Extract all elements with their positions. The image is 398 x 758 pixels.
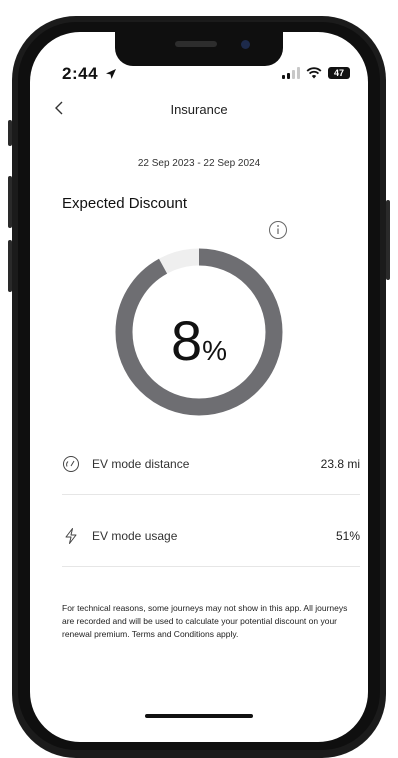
ev-usage-value: 51% — [335, 529, 360, 543]
info-icon[interactable] — [268, 220, 288, 240]
gauge-icon — [63, 456, 79, 472]
home-indicator[interactable] — [145, 714, 253, 718]
policy-period: 22 Sep 2023 - 22 Sep 2024 — [137, 158, 261, 169]
battery-icon: 47 — [328, 67, 350, 79]
page-title: Insurance — [170, 102, 228, 117]
notch — [115, 32, 283, 66]
ev-usage-label: EV mode usage — [92, 529, 178, 543]
power-button — [386, 200, 390, 280]
camera-icon — [241, 40, 250, 49]
location-arrow-icon — [106, 69, 117, 79]
status-indicators: 47 — [282, 67, 350, 79]
ev-distance-row: EV mode distance 23.8 mi — [62, 444, 360, 484]
volume-up-button — [8, 176, 12, 228]
discount-value: 8% — [109, 308, 289, 373]
volume-down-button — [8, 240, 12, 292]
app-screen: 2:44 47 Insurance 22 Sep 2023 - 22 Sep 2… — [30, 32, 368, 742]
speaker — [175, 41, 217, 47]
status-time: 2:44 — [62, 64, 117, 84]
ev-distance-value: 23.8 mi — [320, 457, 360, 471]
side-button — [8, 120, 12, 146]
cellular-signal-icon — [282, 67, 300, 79]
disclaimer-text: For technical reasons, some journeys may… — [62, 603, 348, 639]
ev-distance-label: EV mode distance — [92, 457, 190, 471]
discount-number: 8 — [170, 309, 203, 372]
lightning-icon — [65, 528, 77, 544]
divider — [62, 566, 360, 567]
battery-level: 47 — [333, 68, 344, 78]
discount-unit: % — [202, 335, 228, 366]
expected-discount-heading: Expected Discount — [62, 195, 188, 212]
ev-usage-row: EV mode usage 51% — [62, 516, 360, 556]
divider — [62, 494, 360, 495]
wifi-icon — [306, 67, 322, 79]
